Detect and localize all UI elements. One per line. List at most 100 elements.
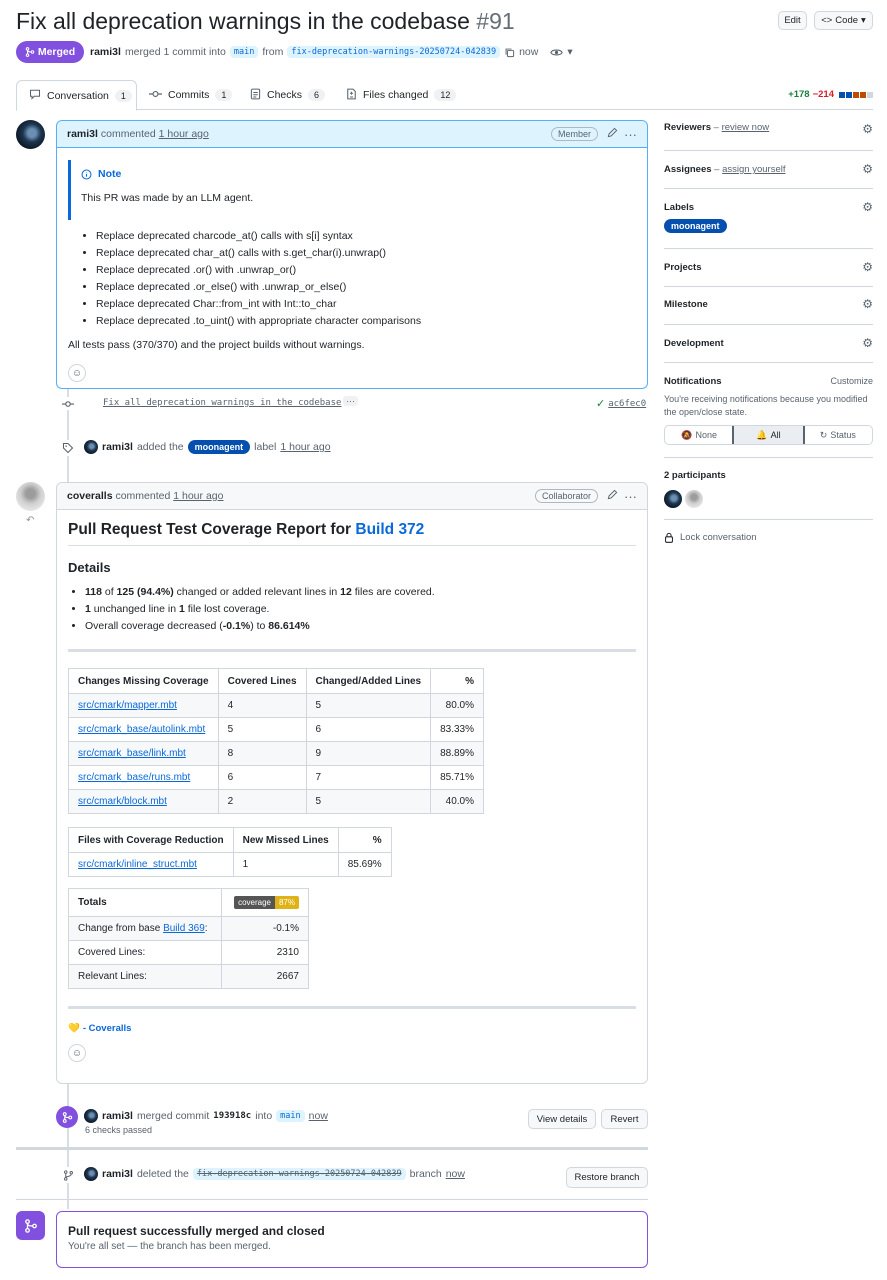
table-row: src/cmark/inline_struct.mbt 1 85.69% bbox=[68, 852, 392, 877]
head-branch[interactable]: fix-deprecation-warnings-20250724-042839 bbox=[287, 46, 501, 58]
gear-icon[interactable]: ⚙ bbox=[862, 260, 873, 274]
event-time[interactable]: now bbox=[446, 1168, 465, 1180]
gear-icon[interactable]: ⚙ bbox=[862, 122, 873, 136]
kebab-icon[interactable]: ··· bbox=[624, 489, 637, 504]
avatar[interactable] bbox=[664, 490, 682, 508]
comment-time[interactable]: 1 hour ago bbox=[159, 128, 209, 140]
commit-expand-button[interactable]: ··· bbox=[343, 396, 358, 406]
gear-icon[interactable]: ⚙ bbox=[862, 336, 873, 350]
restore-branch-button[interactable]: Restore branch bbox=[566, 1167, 648, 1188]
comment-coveralls: coveralls commented 1 hour ago Collabora… bbox=[56, 482, 648, 1084]
file-link[interactable]: src/cmark_base/runs.mbt bbox=[78, 772, 190, 783]
assign-yourself-link[interactable]: assign yourself bbox=[722, 164, 785, 175]
comment-footer-text: All tests pass (370/370) and the project… bbox=[68, 339, 365, 351]
author-link[interactable]: rami3l bbox=[90, 46, 121, 58]
label-moonagent[interactable]: moonagent bbox=[664, 219, 727, 233]
lock-icon bbox=[665, 532, 673, 543]
comment-header: rami3l commented 1 hour ago Member ··· bbox=[57, 121, 647, 148]
file-diff-icon bbox=[346, 88, 357, 103]
merge-time[interactable]: now bbox=[519, 46, 538, 58]
page-title: Fix all deprecation warnings in the code… bbox=[16, 8, 515, 35]
notification-text: You're receiving notifications because y… bbox=[664, 394, 868, 417]
notif-status-button[interactable]: ↻ Status bbox=[804, 426, 872, 444]
revert-button[interactable]: Revert bbox=[601, 1109, 648, 1129]
tab-checks[interactable]: Checks 6 bbox=[250, 80, 326, 110]
gear-icon[interactable]: ⚙ bbox=[862, 297, 873, 311]
event-text: deleted the bbox=[136, 1168, 189, 1180]
tab-commits[interactable]: Commits 1 bbox=[149, 80, 233, 110]
divider bbox=[664, 248, 873, 249]
details-list: 118 of 125 (94.4%) changed or added rele… bbox=[68, 586, 636, 632]
event-time[interactable]: now bbox=[309, 1110, 328, 1122]
table-row: src/cmark_base/link.mbt 8 9 88.89% bbox=[68, 741, 484, 766]
tab-files-changed[interactable]: Files changed 12 bbox=[346, 80, 457, 110]
kebab-icon[interactable]: ··· bbox=[624, 127, 637, 142]
pencil-icon[interactable] bbox=[607, 489, 618, 503]
commit-message[interactable]: Fix all deprecation warnings in the code… bbox=[103, 398, 341, 408]
merged-status-box: Pull request successfully merged and clo… bbox=[56, 1211, 648, 1268]
gear-icon[interactable]: ⚙ bbox=[862, 200, 873, 214]
view-details-button[interactable]: View details bbox=[528, 1109, 596, 1129]
divider bbox=[664, 519, 873, 520]
table-header: % bbox=[430, 668, 484, 694]
avatar[interactable] bbox=[84, 1167, 98, 1181]
notif-all-button[interactable]: 🔔 All bbox=[732, 426, 805, 444]
smiley-icon[interactable]: ☺ bbox=[68, 1044, 86, 1062]
divider bbox=[68, 1006, 636, 1009]
file-link[interactable]: src/cmark_base/autolink.mbt bbox=[78, 724, 205, 735]
event-author[interactable]: rami3l bbox=[102, 1110, 133, 1122]
file-link[interactable]: src/cmark/block.mbt bbox=[78, 796, 167, 807]
merge-commit-sha[interactable]: 193918c bbox=[213, 1111, 251, 1121]
lock-conversation-button[interactable]: Lock conversation bbox=[664, 532, 757, 543]
base-branch[interactable]: main bbox=[229, 46, 259, 58]
caret-down-icon[interactable]: ▾ bbox=[567, 46, 572, 58]
gear-icon[interactable]: ⚙ bbox=[862, 162, 873, 176]
comment-icon bbox=[29, 88, 41, 103]
checklist-icon bbox=[250, 88, 261, 103]
event-time[interactable]: 1 hour ago bbox=[280, 441, 330, 453]
bell-slash-icon: 🔕 bbox=[681, 429, 693, 440]
comment-author[interactable]: rami3l bbox=[67, 128, 98, 140]
eye-icon[interactable] bbox=[550, 47, 564, 58]
avatar[interactable] bbox=[84, 1109, 98, 1123]
table-header: Files with Coverage Reduction bbox=[68, 827, 234, 853]
event-author[interactable]: rami3l bbox=[102, 1168, 133, 1180]
smiley-icon[interactable]: ☺ bbox=[68, 364, 86, 382]
comment-author[interactable]: coveralls bbox=[67, 490, 113, 502]
avatar[interactable] bbox=[16, 482, 45, 511]
notif-none-button[interactable]: 🔕 None bbox=[665, 426, 733, 444]
build-link[interactable]: Build 369 bbox=[163, 923, 205, 934]
table-row: src/cmark/mapper.mbt 4 5 80.0% bbox=[68, 693, 484, 718]
list-item: Replace deprecated Char::from_int with I… bbox=[96, 298, 636, 310]
list-item: 1 unchanged line in 1 file lost coverage… bbox=[85, 603, 636, 615]
tab-conversation[interactable]: Conversation 1 bbox=[16, 80, 137, 111]
comment-time[interactable]: 1 hour ago bbox=[173, 490, 223, 502]
build-link[interactable]: Build 372 bbox=[355, 521, 424, 538]
coveralls-link[interactable]: - Coveralls bbox=[83, 1023, 132, 1034]
tab-count: 1 bbox=[114, 89, 132, 102]
file-link[interactable]: src/cmark/mapper.mbt bbox=[78, 700, 177, 711]
totals-table: Totals coverage 87% Change from base Buil… bbox=[67, 888, 309, 989]
label-moonagent[interactable]: moonagent bbox=[187, 440, 251, 454]
divider bbox=[664, 286, 873, 287]
base-branch[interactable]: main bbox=[276, 1110, 305, 1122]
event-author[interactable]: rami3l bbox=[102, 441, 133, 453]
merged-box-title: Pull request successfully merged and clo… bbox=[68, 1224, 325, 1238]
checks-passed-text[interactable]: 6 checks passed bbox=[85, 1125, 152, 1135]
avatar[interactable] bbox=[16, 120, 45, 149]
comment-body: Note This PR was made by an LLM agent. R… bbox=[57, 148, 647, 382]
commit-sha[interactable]: ac6fec0 bbox=[608, 399, 646, 409]
avatar[interactable] bbox=[685, 490, 703, 508]
info-icon bbox=[81, 169, 92, 179]
file-link[interactable]: src/cmark_base/link.mbt bbox=[78, 748, 186, 759]
file-link[interactable]: src/cmark/inline_struct.mbt bbox=[78, 859, 197, 870]
sidebar-participants: 2 participants bbox=[664, 470, 726, 481]
sidebar-milestone: Milestone bbox=[664, 299, 708, 310]
pencil-icon[interactable] bbox=[607, 127, 618, 141]
avatar[interactable] bbox=[84, 440, 98, 454]
customize-link[interactable]: Customize bbox=[830, 376, 873, 386]
copy-icon[interactable] bbox=[504, 47, 515, 58]
coveralls-signature: 💛 - Coveralls bbox=[68, 1023, 636, 1034]
divider bbox=[16, 1199, 648, 1200]
review-now-link[interactable]: review now bbox=[722, 122, 770, 133]
